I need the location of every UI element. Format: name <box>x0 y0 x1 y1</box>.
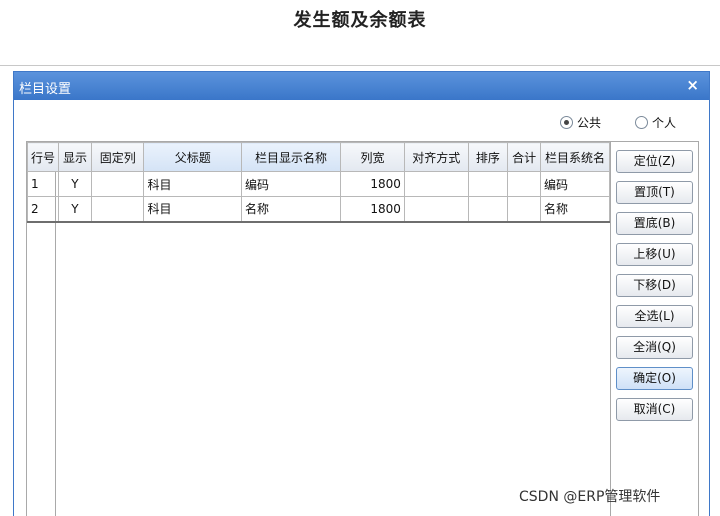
watermark: CSDN @ERP管理软件 <box>519 489 661 505</box>
select-all-button[interactable]: 全选(L) <box>616 305 693 328</box>
col-header-row-no[interactable]: 行号 <box>27 142 60 172</box>
col-header-width[interactable]: 列宽 <box>340 142 405 172</box>
cell-sort[interactable] <box>467 196 509 223</box>
radio-personal-label: 个人 <box>652 116 677 130</box>
cancel-button[interactable]: 取消(C) <box>616 398 693 421</box>
cell-display-name[interactable]: 名称 <box>241 196 342 223</box>
cell-fixed[interactable] <box>90 171 145 197</box>
table-row[interactable]: 2 Y 科目 名称 1800 名称 <box>27 196 610 223</box>
dialog-titlebar[interactable]: 栏目设置 × <box>14 72 709 100</box>
col-header-show[interactable]: 显示 <box>58 142 92 172</box>
cell-width[interactable]: 1800 <box>340 171 405 197</box>
radio-public[interactable]: 公共 <box>560 114 601 131</box>
col-header-display-name[interactable]: 栏目显示名称 <box>241 142 342 172</box>
move-bottom-button[interactable]: 置底(B) <box>616 212 693 235</box>
col-header-fixed[interactable]: 固定列 <box>90 142 145 172</box>
cell-sum[interactable] <box>507 171 542 197</box>
column-table: 行号 显示 固定列 父标题 栏目显示名称 列宽 对齐方式 排序 合计 栏目系统名… <box>27 142 610 223</box>
move-down-button[interactable]: 下移(D) <box>616 274 693 297</box>
radio-public-label: 公共 <box>577 116 602 130</box>
col-header-system-name[interactable]: 栏目系统名 <box>540 142 610 172</box>
cell-parent[interactable]: 科目 <box>143 171 243 197</box>
deselect-all-button[interactable]: 全消(Q) <box>616 336 693 359</box>
col-header-sort[interactable]: 排序 <box>467 142 509 172</box>
radio-unchecked-icon <box>635 116 648 129</box>
ok-button[interactable]: 确定(O) <box>616 367 693 390</box>
table-row[interactable]: 1 Y 科目 编码 1800 编码 <box>27 171 610 197</box>
cell-system-name: 编码 <box>540 171 610 197</box>
cell-show[interactable]: Y <box>58 196 92 223</box>
cell-sort[interactable] <box>467 171 509 197</box>
cell-show[interactable]: Y <box>58 171 92 197</box>
table-header-row: 行号 显示 固定列 父标题 栏目显示名称 列宽 对齐方式 排序 合计 栏目系统名 <box>27 142 610 172</box>
locate-button[interactable]: 定位(Z) <box>616 150 693 173</box>
radio-personal[interactable]: 个人 <box>635 114 676 131</box>
cell-align[interactable] <box>403 196 469 223</box>
cell-display-name[interactable]: 编码 <box>241 171 342 197</box>
column-grid[interactable]: 行号 显示 固定列 父标题 栏目显示名称 列宽 对齐方式 排序 合计 栏目系统名… <box>26 141 611 516</box>
cell-row-no: 1 <box>27 171 60 197</box>
page-title: 发生额及余额表 <box>293 10 427 31</box>
cell-parent[interactable]: 科目 <box>143 196 243 223</box>
cell-row-no: 2 <box>27 196 60 223</box>
cell-sum[interactable] <box>507 196 542 223</box>
col-header-sum[interactable]: 合计 <box>507 142 542 172</box>
action-button-panel: 定位(Z) 置顶(T) 置底(B) 上移(U) 下移(D) 全选(L) 全消(Q… <box>611 141 699 516</box>
col-header-parent[interactable]: 父标题 <box>143 142 243 172</box>
column-settings-dialog: 栏目设置 × 公共 个人 行号 显示 固定列 父标题 栏目显示名称 列宽 对齐方… <box>13 71 710 516</box>
radio-checked-icon <box>560 116 573 129</box>
col-header-align[interactable]: 对齐方式 <box>403 142 469 172</box>
cell-system-name: 名称 <box>540 196 610 223</box>
close-icon[interactable]: × <box>686 76 699 94</box>
cell-align[interactable] <box>403 171 469 197</box>
move-top-button[interactable]: 置顶(T) <box>616 181 693 204</box>
cell-width[interactable]: 1800 <box>340 196 405 223</box>
dialog-title: 栏目设置 <box>19 82 72 97</box>
move-up-button[interactable]: 上移(U) <box>616 243 693 266</box>
cell-fixed[interactable] <box>90 196 145 223</box>
header-divider <box>0 65 720 66</box>
